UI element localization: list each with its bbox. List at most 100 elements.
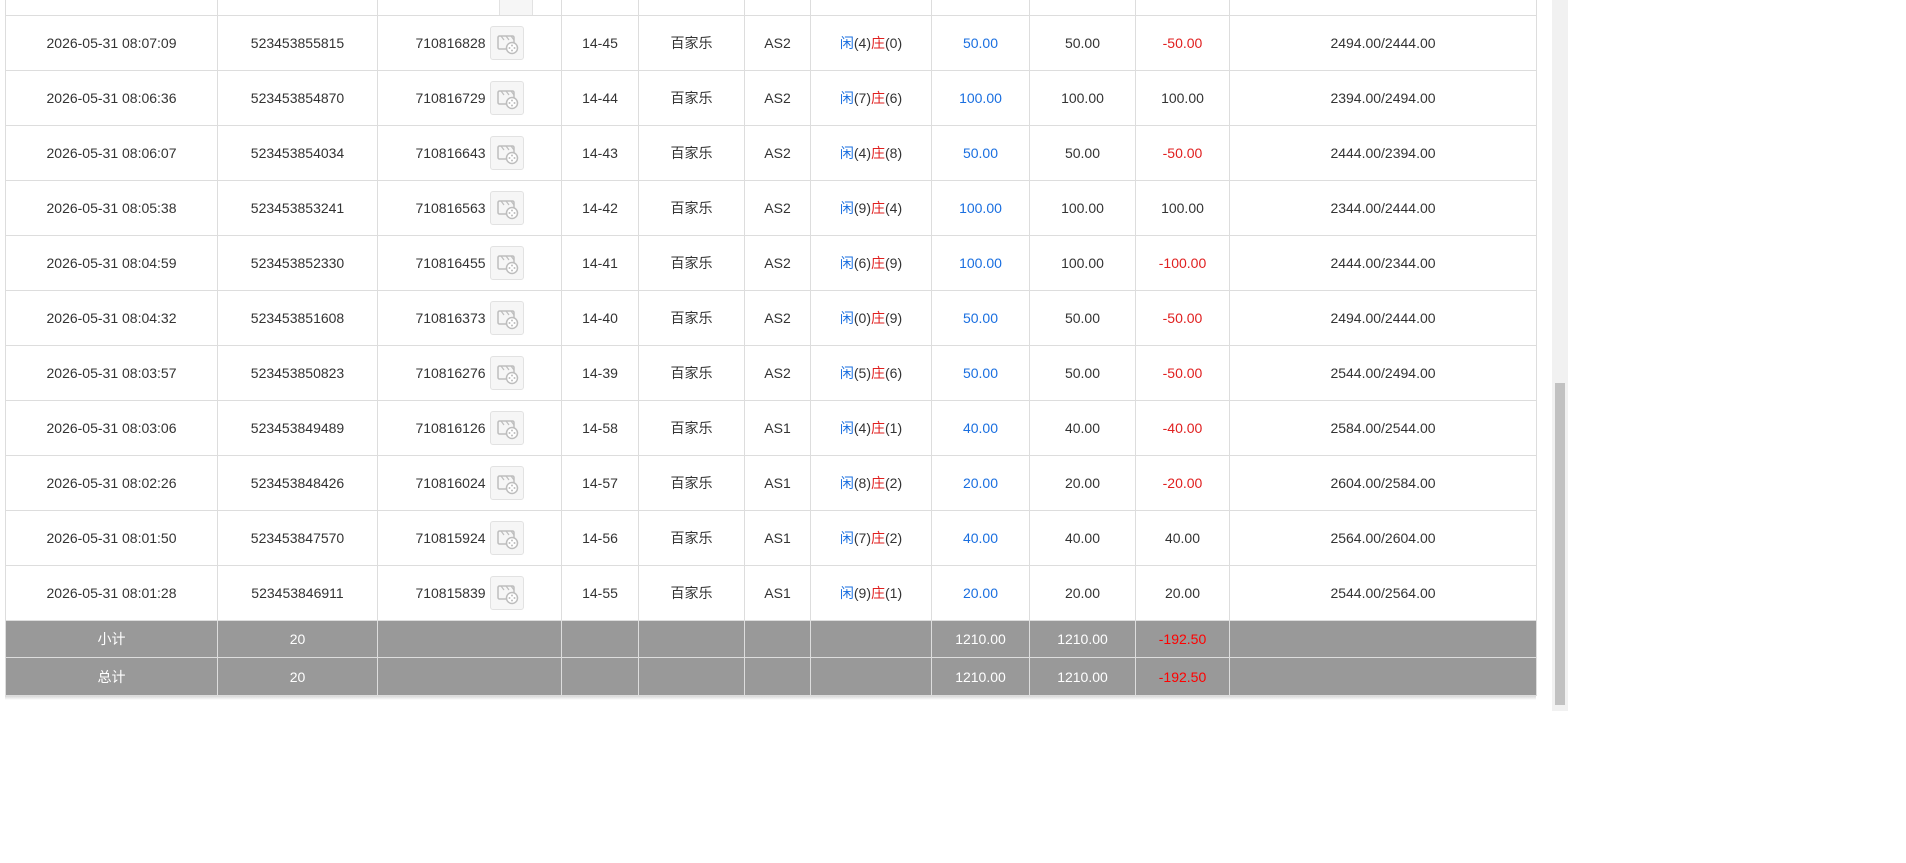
scrollbar-thumb[interactable] <box>1555 383 1565 705</box>
bet-amount[interactable]: 40.00 <box>931 510 1030 566</box>
player-label: 闲 <box>839 90 854 106</box>
video-replay-icon[interactable] <box>498 0 533 15</box>
order-id: 523453853241 <box>217 180 378 236</box>
subtotal-row: 小计 20 1210.00 1210.00 -192.50 <box>5 620 1537 658</box>
round-number: 14-44 <box>561 70 639 126</box>
game-id-cell: 710816729 <box>377 70 562 126</box>
bet-time: 2026-05-31 08:02:26 <box>5 455 218 511</box>
game-name: 百家乐 <box>638 345 745 401</box>
subtotal-label: 小计 <box>5 620 218 658</box>
video-replay-icon[interactable] <box>489 26 524 60</box>
result-cell: 闲(7)庄(6) <box>810 70 932 126</box>
balance-change: 2394.00/2494.00 <box>1229 70 1537 126</box>
game-id-cell: 710816828 <box>377 15 562 71</box>
game-name: 百家乐 <box>638 290 745 346</box>
valid-bet: 100.00 <box>1029 70 1136 126</box>
player-score: (9) <box>853 200 871 216</box>
video-replay-icon[interactable] <box>489 81 524 115</box>
table-row: 2026-05-31 08:04:32 523453851608 710816373… <box>5 290 1537 346</box>
page-scrollbar[interactable] <box>1552 0 1568 711</box>
player-label: 闲 <box>839 530 854 546</box>
game-name: 百家乐 <box>638 400 745 456</box>
valid-bet: 40.00 <box>1029 510 1136 566</box>
game-id-cell: 710816563 <box>377 180 562 236</box>
bet-amount[interactable]: 50.00 <box>931 290 1030 346</box>
video-replay-icon[interactable] <box>489 356 524 390</box>
subtotal-win-loss: -192.50 <box>1135 620 1230 658</box>
game-id: 710816828 <box>415 35 486 51</box>
bet-time: 2026-05-31 08:03:57 <box>5 345 218 401</box>
bet-amount[interactable]: 100.00 <box>931 70 1030 126</box>
bet-amount[interactable]: 100.00 <box>931 235 1030 291</box>
bet-time: 2026-05-31 08:06:07 <box>5 125 218 181</box>
order-id: 523453846911 <box>217 565 378 621</box>
round-number: 14-41 <box>561 235 639 291</box>
game-id: 710815839 <box>415 585 486 601</box>
video-replay-icon[interactable] <box>489 246 524 280</box>
valid-bet: 50.00 <box>1029 15 1136 71</box>
table-code: AS1 <box>744 455 811 511</box>
bet-amount[interactable]: 20.00 <box>931 455 1030 511</box>
player-score: (7) <box>853 90 871 106</box>
balance-change: 2544.00/2494.00 <box>1229 345 1537 401</box>
result-cell: 闲(5)庄(6) <box>810 345 932 401</box>
balance-change: 2444.00/2344.00 <box>1229 235 1537 291</box>
game-id-cell: 710815839 <box>377 565 562 621</box>
table-code: AS2 <box>744 125 811 181</box>
result-cell: 闲(7)庄(2) <box>810 510 932 566</box>
bet-amount[interactable]: 50.00 <box>931 345 1030 401</box>
game-name: 百家乐 <box>638 180 745 236</box>
subtotal-count: 20 <box>217 620 378 658</box>
bet-time: 2026-05-31 08:03:06 <box>5 400 218 456</box>
player-score: (9) <box>853 585 871 601</box>
player-score: (4) <box>853 420 871 436</box>
bet-amount[interactable]: 50.00 <box>931 125 1030 181</box>
player-score: (7) <box>853 530 871 546</box>
game-name: 百家乐 <box>638 235 745 291</box>
player-score: (6) <box>853 255 871 271</box>
bet-time: 2026-05-31 08:01:50 <box>5 510 218 566</box>
video-replay-icon[interactable] <box>489 576 524 610</box>
video-replay-icon[interactable] <box>489 521 524 555</box>
banker-score: (6) <box>885 365 903 381</box>
player-label: 闲 <box>839 365 854 381</box>
table-bottom-shadow <box>5 696 1536 700</box>
win-loss: -50.00 <box>1135 290 1230 346</box>
banker-score: (9) <box>885 255 903 271</box>
table-row-partial <box>5 0 1537 16</box>
video-replay-icon[interactable] <box>489 466 524 500</box>
game-id: 710816563 <box>415 200 486 216</box>
order-id: 523453849489 <box>217 400 378 456</box>
round-number: 14-42 <box>561 180 639 236</box>
game-name: 百家乐 <box>638 70 745 126</box>
order-id: 523453850823 <box>217 345 378 401</box>
result-cell: 闲(9)庄(4) <box>810 180 932 236</box>
bet-amount[interactable]: 50.00 <box>931 15 1030 71</box>
bet-amount[interactable]: 100.00 <box>931 180 1030 236</box>
video-replay-icon[interactable] <box>489 136 524 170</box>
banker-label: 庄 <box>871 255 885 271</box>
valid-bet: 100.00 <box>1029 235 1136 291</box>
order-id: 523453854034 <box>217 125 378 181</box>
game-name: 百家乐 <box>638 15 745 71</box>
banker-score: (1) <box>885 585 903 601</box>
video-replay-icon[interactable] <box>489 301 524 335</box>
player-label: 闲 <box>839 200 854 216</box>
win-loss: -50.00 <box>1135 345 1230 401</box>
valid-bet: 40.00 <box>1029 400 1136 456</box>
game-id: 710816276 <box>415 365 486 381</box>
bet-amount[interactable]: 20.00 <box>931 565 1030 621</box>
round-number: 14-43 <box>561 125 639 181</box>
table-row: 2026-05-31 08:01:28 523453846911 710815839… <box>5 565 1537 621</box>
round-number: 14-57 <box>561 455 639 511</box>
table-row: 2026-05-31 08:01:50 523453847570 710815924… <box>5 510 1537 566</box>
win-loss: -50.00 <box>1135 125 1230 181</box>
game-id: 710816024 <box>415 475 486 491</box>
banker-label: 庄 <box>871 365 885 381</box>
bet-amount[interactable]: 40.00 <box>931 400 1030 456</box>
video-replay-icon[interactable] <box>489 191 524 225</box>
table-row: 2026-05-31 08:02:26 523453848426 710816024… <box>5 455 1537 511</box>
video-replay-icon[interactable] <box>489 411 524 445</box>
subtotal-valid-bet: 1210.00 <box>1029 620 1136 658</box>
balance-change: 2344.00/2444.00 <box>1229 180 1537 236</box>
